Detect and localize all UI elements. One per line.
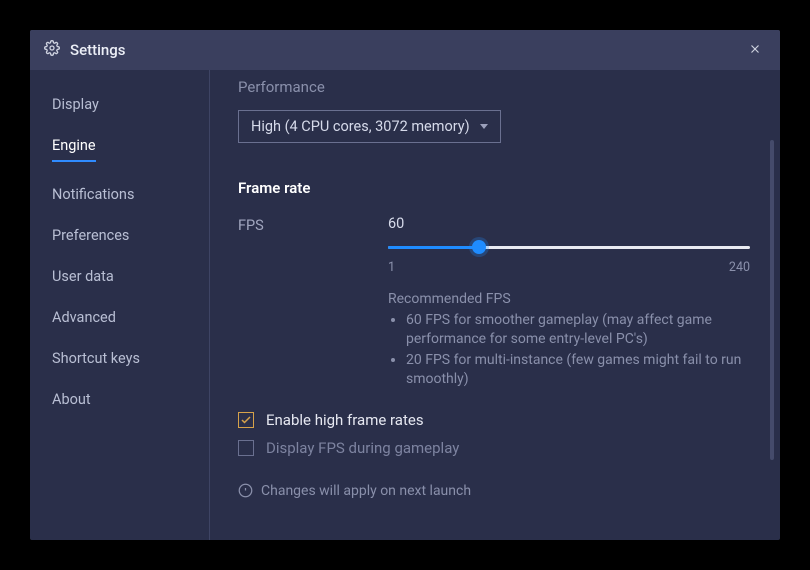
performance-dropdown[interactable]: High (4 CPU cores, 3072 memory) [238, 110, 501, 143]
recommended-fps-head: Recommended FPS [388, 291, 750, 307]
checkbox-label: Enable high frame rates [266, 411, 424, 429]
list-item: 60 FPS for smoother gameplay (may affect… [406, 311, 750, 349]
slider-track-fill [388, 246, 479, 249]
sidebar-item-label: Advanced [52, 309, 116, 326]
sidebar-item-label: Preferences [52, 227, 129, 244]
close-button[interactable] [744, 37, 766, 64]
fps-row: FPS 60 1 240 Recommended FPS 60 FPS for … [238, 215, 750, 389]
fps-value: 60 [388, 215, 750, 232]
sidebar-item-user-data[interactable]: User data [52, 256, 209, 297]
active-underline [52, 160, 96, 162]
checkbox-row-display-fps: Display FPS during gameplay [238, 439, 750, 457]
slider-thumb[interactable] [472, 240, 486, 254]
sidebar-item-display[interactable]: Display [52, 84, 209, 125]
checkbox-row-enable-high-fps: Enable high frame rates [238, 411, 750, 429]
sidebar: Display Engine Notifications Preferences… [30, 70, 210, 540]
sidebar-item-label: Shortcut keys [52, 350, 140, 367]
titlebar: Settings [30, 30, 780, 70]
settings-window: Settings Display Engine Notifications Pr… [30, 30, 780, 540]
slider-range-labels: 1 240 [388, 260, 750, 275]
fps-slider[interactable] [388, 238, 750, 256]
sidebar-item-label: Engine [52, 137, 96, 154]
launch-notice: Changes will apply on next launch [238, 483, 750, 499]
notice-text: Changes will apply on next launch [261, 483, 471, 499]
scrollbar[interactable] [770, 140, 774, 460]
gear-icon [44, 40, 60, 60]
sidebar-item-label: Notifications [52, 186, 134, 203]
sidebar-item-about[interactable]: About [52, 379, 209, 420]
sidebar-item-shortcut-keys[interactable]: Shortcut keys [52, 338, 209, 379]
checkbox-display-fps[interactable] [238, 440, 254, 456]
sidebar-item-preferences[interactable]: Preferences [52, 215, 209, 256]
sidebar-item-engine[interactable]: Engine [52, 125, 209, 174]
close-icon [748, 42, 762, 56]
fps-label: FPS [238, 215, 388, 389]
window-body: Display Engine Notifications Preferences… [30, 70, 780, 540]
slider-max-label: 240 [729, 260, 750, 275]
list-item: 20 FPS for multi-instance (few games mig… [406, 351, 750, 389]
checkbox-label: Display FPS during gameplay [266, 439, 459, 457]
sidebar-item-advanced[interactable]: Advanced [52, 297, 209, 338]
sidebar-item-label: About [52, 391, 91, 408]
sidebar-item-label: User data [52, 268, 114, 285]
dropdown-value: High (4 CPU cores, 3072 memory) [251, 118, 470, 135]
performance-section-label: Performance [238, 78, 750, 96]
window-title: Settings [70, 41, 126, 59]
content-pane: Performance High (4 CPU cores, 3072 memo… [210, 70, 780, 540]
frame-rate-section-head: Frame rate [238, 179, 750, 197]
chevron-down-icon [480, 124, 488, 129]
info-icon [238, 483, 253, 498]
checkbox-enable-high-fps[interactable] [238, 412, 254, 428]
recommended-fps-list: 60 FPS for smoother gameplay (may affect… [388, 311, 750, 389]
slider-min-label: 1 [388, 260, 395, 275]
sidebar-item-label: Display [52, 96, 99, 113]
check-icon [240, 414, 252, 426]
sidebar-item-notifications[interactable]: Notifications [52, 174, 209, 215]
